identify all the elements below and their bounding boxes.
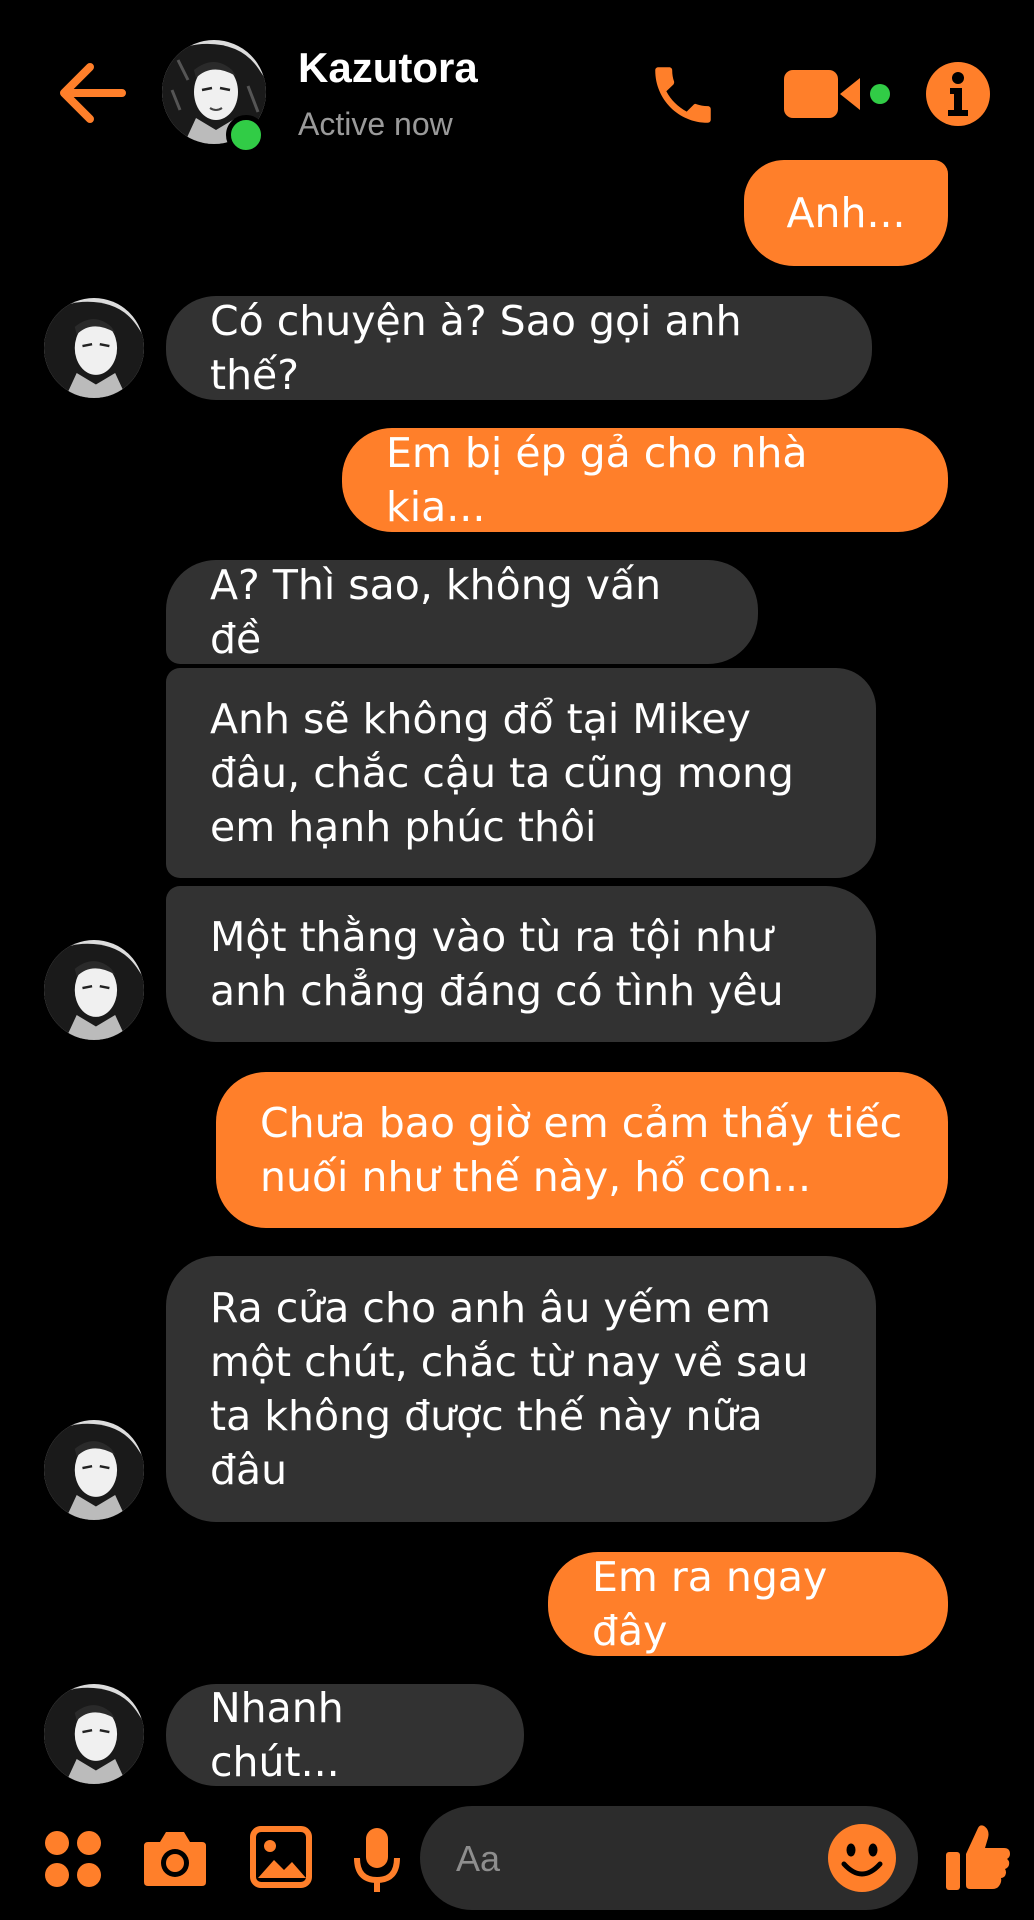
outgoing-message[interactable]: Chưa bao giờ em cảm thấy tiếc nuối như t… <box>216 1072 948 1228</box>
incoming-message[interactable]: Anh sẽ không đổ tại Mikey đâu, chắc cậu … <box>166 668 876 878</box>
voice-message-button[interactable] <box>352 1826 402 1894</box>
message-avatar[interactable] <box>44 298 144 398</box>
gallery-button[interactable] <box>250 1826 312 1888</box>
incoming-message[interactable]: Ra cửa cho anh âu yếm em một chút, chắc … <box>166 1256 876 1522</box>
message-avatar[interactable] <box>44 1684 144 1784</box>
contact-name[interactable]: Kazutora <box>298 44 478 92</box>
incoming-message[interactable]: Một thằng vào tù ra tội như anh chẳng đá… <box>166 886 876 1042</box>
smiley-icon <box>828 1824 896 1892</box>
outgoing-message[interactable]: Em bị ép gả cho nhà kia... <box>342 428 948 532</box>
back-button[interactable] <box>52 58 132 128</box>
message-input[interactable] <box>454 1828 828 1890</box>
outgoing-message[interactable]: Em ra ngay đây <box>548 1552 948 1656</box>
online-indicator <box>226 115 266 155</box>
contact-status: Active now <box>298 106 453 142</box>
audio-call-button[interactable] <box>646 58 720 132</box>
incoming-message[interactable]: Có chuyện à? Sao gọi anh thế? <box>166 296 872 400</box>
emoji-button[interactable] <box>826 1822 898 1894</box>
video-call-button[interactable] <box>782 64 892 124</box>
info-button[interactable] <box>924 60 992 128</box>
more-actions-button[interactable] <box>44 1830 102 1888</box>
message-avatar[interactable] <box>44 1420 144 1520</box>
image-icon <box>250 1826 312 1888</box>
back-arrow-icon <box>60 63 126 123</box>
outgoing-message[interactable]: Anh... <box>744 160 948 266</box>
camera-button[interactable] <box>142 1830 208 1888</box>
incoming-message[interactable]: A? Thì sao, không vấn đề <box>166 560 758 664</box>
message-avatar[interactable] <box>44 940 144 1040</box>
grid-dots-icon <box>45 1831 101 1887</box>
phone-icon <box>655 67 711 123</box>
info-icon <box>926 62 990 126</box>
thumbs-up-icon <box>946 1825 1010 1890</box>
incoming-message[interactable]: Nhanh chút... <box>166 1684 524 1786</box>
message-composer[interactable] <box>420 1806 918 1910</box>
microphone-icon <box>354 1828 400 1892</box>
conversation-header: Kazutora Active now <box>0 0 1034 180</box>
camera-icon <box>144 1832 206 1886</box>
video-camera-icon <box>784 70 890 118</box>
like-button[interactable] <box>944 1822 1012 1892</box>
